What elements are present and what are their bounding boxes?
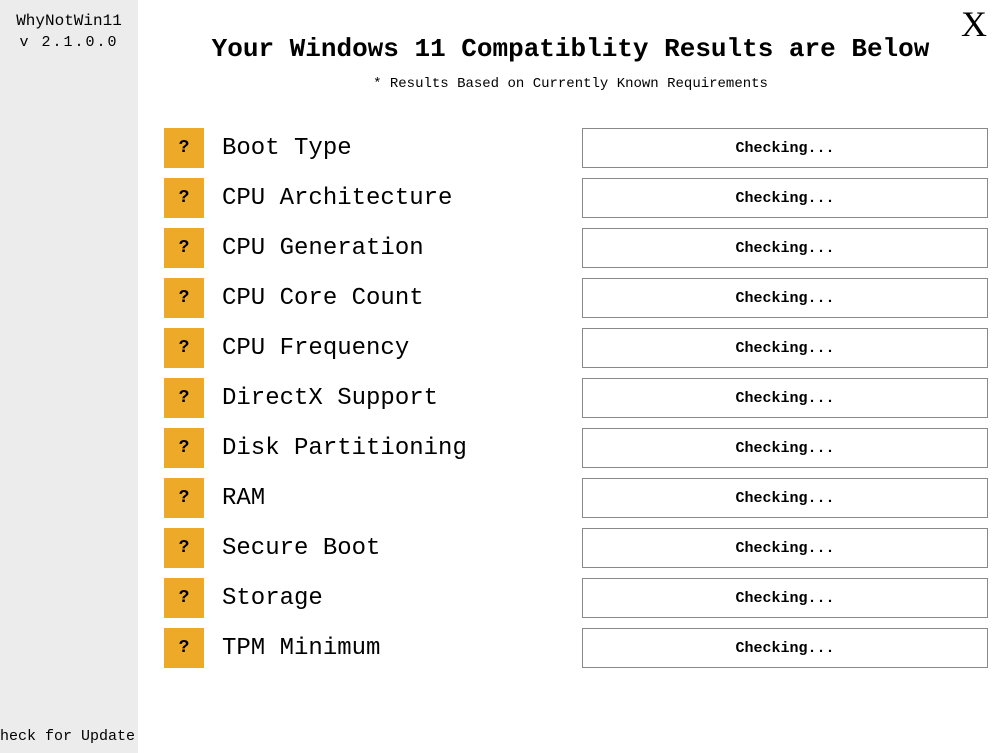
main-panel: X Your Windows 11 Compatiblity Results a… bbox=[138, 0, 1003, 753]
question-icon: ? bbox=[164, 478, 204, 518]
result-status: Checking... bbox=[582, 528, 988, 568]
result-row-directx-support: ? DirectX Support Checking... bbox=[164, 378, 1003, 418]
row-label: Disk Partitioning bbox=[222, 435, 572, 462]
row-label: CPU Core Count bbox=[222, 285, 572, 312]
row-label: RAM bbox=[222, 485, 572, 512]
close-button[interactable]: X bbox=[961, 6, 987, 42]
question-icon: ? bbox=[164, 328, 204, 368]
result-status: Checking... bbox=[582, 578, 988, 618]
question-icon: ? bbox=[164, 278, 204, 318]
result-row-cpu-generation: ? CPU Generation Checking... bbox=[164, 228, 1003, 268]
row-label: DirectX Support bbox=[222, 385, 572, 412]
result-row-cpu-architecture: ? CPU Architecture Checking... bbox=[164, 178, 1003, 218]
results-list: ? Boot Type Checking... ? CPU Architectu… bbox=[138, 128, 1003, 668]
result-status: Checking... bbox=[582, 628, 988, 668]
sidebar: WhyNotWin11 v 2.1.0.0 heck for Update bbox=[0, 0, 138, 753]
result-row-cpu-core-count: ? CPU Core Count Checking... bbox=[164, 278, 1003, 318]
question-icon: ? bbox=[164, 578, 204, 618]
page-subtitle: * Results Based on Currently Known Requi… bbox=[138, 76, 1003, 92]
row-label: CPU Frequency bbox=[222, 335, 572, 362]
page-title: Your Windows 11 Compatiblity Results are… bbox=[138, 34, 1003, 64]
row-label: CPU Architecture bbox=[222, 185, 572, 212]
question-icon: ? bbox=[164, 378, 204, 418]
question-icon: ? bbox=[164, 128, 204, 168]
result-status: Checking... bbox=[582, 478, 988, 518]
result-row-cpu-frequency: ? CPU Frequency Checking... bbox=[164, 328, 1003, 368]
question-icon: ? bbox=[164, 528, 204, 568]
result-row-secure-boot: ? Secure Boot Checking... bbox=[164, 528, 1003, 568]
row-label: Secure Boot bbox=[222, 535, 572, 562]
app-name: WhyNotWin11 bbox=[16, 12, 122, 30]
result-status: Checking... bbox=[582, 328, 988, 368]
question-icon: ? bbox=[164, 178, 204, 218]
check-update-link[interactable]: heck for Update bbox=[0, 728, 135, 745]
row-label: TPM Minimum bbox=[222, 635, 572, 662]
question-icon: ? bbox=[164, 628, 204, 668]
result-status: Checking... bbox=[582, 278, 988, 318]
row-label: CPU Generation bbox=[222, 235, 572, 262]
result-status: Checking... bbox=[582, 228, 988, 268]
result-row-tpm-minimum: ? TPM Minimum Checking... bbox=[164, 628, 1003, 668]
result-status: Checking... bbox=[582, 178, 988, 218]
result-row-ram: ? RAM Checking... bbox=[164, 478, 1003, 518]
app-version: v 2.1.0.0 bbox=[19, 34, 118, 51]
result-status: Checking... bbox=[582, 378, 988, 418]
question-icon: ? bbox=[164, 228, 204, 268]
row-label: Storage bbox=[222, 585, 572, 612]
result-status: Checking... bbox=[582, 428, 988, 468]
result-status: Checking... bbox=[582, 128, 988, 168]
result-row-boot-type: ? Boot Type Checking... bbox=[164, 128, 1003, 168]
result-row-storage: ? Storage Checking... bbox=[164, 578, 1003, 618]
question-icon: ? bbox=[164, 428, 204, 468]
row-label: Boot Type bbox=[222, 135, 572, 162]
result-row-disk-partitioning: ? Disk Partitioning Checking... bbox=[164, 428, 1003, 468]
